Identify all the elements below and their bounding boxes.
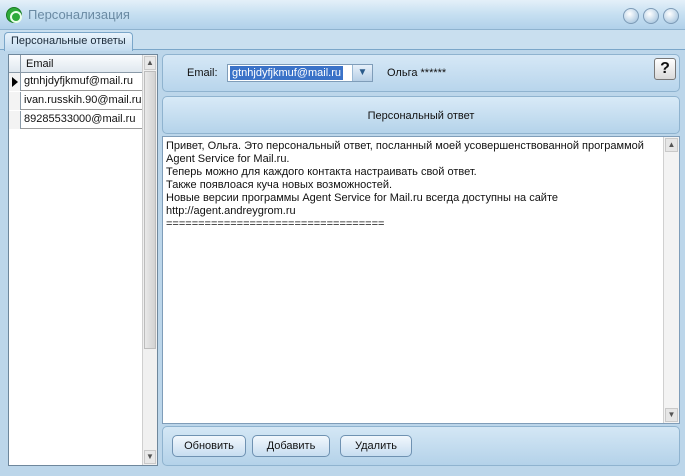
list-scrollbar[interactable]: ▲ ▼ (142, 55, 157, 465)
section-title: Персональный ответ (367, 110, 475, 122)
current-row-arrow-icon (12, 77, 18, 87)
tab-strip: Персональные ответы (0, 30, 685, 51)
delete-button[interactable]: Удалить (340, 435, 412, 457)
contacts-grid[interactable]: Email gtnhjdyfjkmuf@mail.ru ivan.russkih… (8, 54, 158, 466)
reply-line: ================================== (166, 218, 385, 230)
reply-text[interactable]: Привет, Ольга. Это персональный ответ, п… (166, 140, 661, 231)
app-icon (6, 7, 22, 23)
scroll-down-arrow-icon[interactable]: ▼ (665, 408, 678, 422)
window-title: Персонализация (28, 7, 130, 22)
help-button[interactable]: ? (654, 58, 676, 80)
scroll-down-arrow-icon[interactable]: ▼ (144, 450, 156, 464)
email-select-value[interactable]: gtnhjdyfjkmuf@mail.ru (230, 66, 343, 80)
reply-line: Новые версии программы Agent Service for… (166, 192, 558, 204)
reply-line: Теперь можно для каждого контакта настра… (166, 166, 477, 178)
reply-line: Также появлоася куча новых возможностей. (166, 179, 393, 191)
row-indicator-header (9, 55, 21, 73)
title-bar[interactable]: Персонализация (0, 0, 685, 30)
reply-line: Привет, Ольга. Это персональный ответ, п… (166, 140, 644, 152)
maximize-button[interactable] (643, 8, 659, 24)
reply-textarea[interactable]: Привет, Ольга. Это персональный ответ, п… (162, 136, 680, 424)
email-column-header[interactable]: Email (26, 58, 54, 70)
section-header: Персональный ответ (162, 96, 680, 134)
refresh-button[interactable]: Обновить (172, 435, 246, 457)
row-indicator (9, 92, 21, 110)
email-toolbar: Email: gtnhjdyfjkmuf@mail.ru ▼ Ольга ***… (162, 54, 680, 92)
minimize-button[interactable] (623, 8, 639, 24)
textarea-scrollbar[interactable]: ▲ ▼ (663, 137, 679, 423)
table-row[interactable]: gtnhjdyfjkmuf@mail.ru (9, 73, 143, 91)
email-cell[interactable]: ivan.russkih.90@mail.ru (24, 94, 142, 106)
contact-name: Ольга ****** (387, 67, 447, 79)
scroll-up-arrow-icon[interactable]: ▲ (665, 138, 678, 152)
chevron-down-icon[interactable]: ▼ (352, 65, 372, 81)
grid-header: Email (9, 55, 143, 73)
row-indicator (9, 73, 21, 91)
scroll-thumb[interactable] (144, 71, 156, 349)
table-row[interactable]: 89285533000@mail.ru (9, 111, 143, 129)
action-bar: Обновить Добавить Удалить (162, 426, 680, 466)
email-label: Email: (187, 67, 218, 79)
email-cell[interactable]: 89285533000@mail.ru (24, 113, 135, 125)
reply-line: Agent Service for Mail.ru. (166, 153, 290, 165)
tab-personal-answers[interactable]: Персональные ответы (4, 32, 133, 51)
close-button[interactable] (663, 8, 679, 24)
email-select[interactable]: gtnhjdyfjkmuf@mail.ru ▼ (227, 64, 373, 82)
table-row[interactable]: ivan.russkih.90@mail.ru (9, 92, 143, 110)
add-button[interactable]: Добавить (252, 435, 330, 457)
row-indicator (9, 111, 21, 129)
reply-line: http://agent.andreygrom.ru (166, 205, 296, 217)
email-cell[interactable]: gtnhjdyfjkmuf@mail.ru (24, 75, 133, 87)
scroll-up-arrow-icon[interactable]: ▲ (144, 56, 156, 70)
